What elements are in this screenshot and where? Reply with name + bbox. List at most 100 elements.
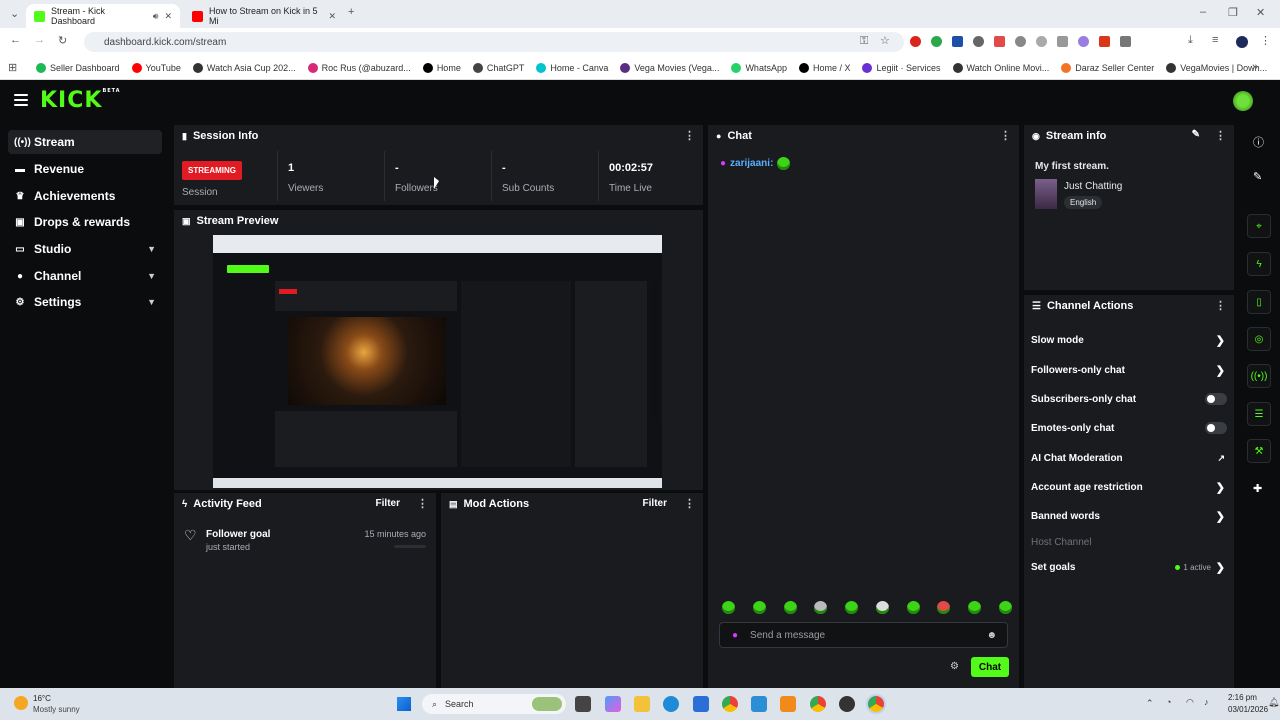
bookmark-item[interactable]: Home - Canva: [536, 62, 608, 73]
extension-icon[interactable]: [1078, 36, 1089, 47]
sidebar-item-stream[interactable]: ((•)) Stream: [8, 130, 162, 154]
more-options-icon[interactable]: ⋮: [1215, 299, 1226, 312]
clock-date[interactable]: 03/01/2026: [1228, 705, 1268, 714]
reading-list-icon[interactable]: ≡: [1212, 34, 1218, 46]
tab-kick-dashboard[interactable]: Stream - Kick Dashboard 🔊︎ ✕: [26, 4, 180, 28]
extension-icon[interactable]: [931, 36, 942, 47]
emote-icon[interactable]: [937, 601, 951, 614]
shortcut-clip-icon[interactable]: ▯: [1247, 290, 1271, 314]
sidebar-item-channel[interactable]: ● Channel ▼: [8, 264, 162, 288]
vlc-icon[interactable]: [780, 696, 796, 712]
password-key-icon[interactable]: ⚿: [860, 35, 868, 48]
bookmark-item[interactable]: Vega Movies (Vega...: [620, 62, 719, 73]
sidebar-item-revenue[interactable]: ▬ Revenue: [8, 157, 162, 181]
reload-icon[interactable]: ↻: [58, 34, 67, 47]
chat-send-button[interactable]: Chat: [971, 657, 1009, 677]
tab-search-icon[interactable]: ⌄: [10, 7, 19, 20]
bookmark-star-icon[interactable]: ☆: [880, 34, 890, 47]
filter-button[interactable]: Filter: [643, 498, 667, 509]
emote-icon[interactable]: [783, 601, 797, 614]
tray-wifi-icon[interactable]: ◠: [1186, 697, 1194, 708]
bookmark-item[interactable]: Watch Asia Cup 202...: [192, 62, 296, 73]
tray-volume-icon[interactable]: ♪: [1204, 697, 1209, 707]
bookmark-item[interactable]: Watch Online Movi...: [952, 62, 1049, 73]
store-icon[interactable]: [693, 696, 709, 712]
taskbar-search[interactable]: ⌕ Search: [422, 694, 566, 714]
tray-network-icon[interactable]: ◔: [1166, 697, 1171, 707]
emotes-only-toggle[interactable]: [1205, 422, 1227, 434]
extension-icon[interactable]: [910, 36, 921, 47]
slow-mode-row[interactable]: Slow mode ❯: [1031, 330, 1231, 350]
category-name[interactable]: Just Chatting: [1064, 181, 1122, 192]
extension-icon[interactable]: [1057, 36, 1068, 47]
sidebar-item-achievements[interactable]: ♛ Achievements: [8, 184, 162, 208]
extension-icon[interactable]: [952, 36, 963, 47]
url-field[interactable]: dashboard.kick.com/stream: [84, 32, 904, 52]
forward-icon[interactable]: →: [34, 34, 45, 46]
more-options-icon[interactable]: ⋮: [1215, 129, 1226, 142]
sidebar-item-drops[interactable]: ▣ Drops & rewards: [8, 210, 162, 234]
sidebar-item-settings[interactable]: ⚙ Settings ▼: [8, 290, 162, 314]
obs-icon[interactable]: [839, 696, 855, 712]
maximize-icon[interactable]: ❐: [1228, 6, 1238, 19]
filter-button[interactable]: Filter: [376, 498, 400, 509]
bookmarks-overflow-icon[interactable]: »: [1252, 61, 1258, 73]
more-options-icon[interactable]: ⋮: [684, 129, 695, 142]
extension-icon[interactable]: [994, 36, 1005, 47]
extension-icon[interactable]: [1036, 36, 1047, 47]
bookmark-item[interactable]: Daraz Seller Center: [1061, 62, 1154, 73]
shortcut-lightning-icon[interactable]: ϟ: [1247, 252, 1271, 276]
ai-moderation-row[interactable]: AI Chat Moderation ↗: [1031, 448, 1231, 468]
emote-icon[interactable]: [906, 601, 920, 614]
chat-settings-icon[interactable]: ⚙: [950, 661, 959, 672]
emote-icon[interactable]: [845, 601, 859, 614]
tab-audio-icon[interactable]: 🔊︎: [153, 11, 159, 22]
bookmark-item[interactable]: ChatGPT: [472, 62, 524, 73]
clock-time[interactable]: 2:16 pm: [1228, 693, 1257, 702]
extension-icon[interactable]: [973, 36, 984, 47]
shortcut-list-icon[interactable]: ☰: [1247, 402, 1271, 426]
apps-grid-icon[interactable]: ⊞: [8, 61, 17, 74]
bookmark-item[interactable]: WhatsApp: [731, 62, 787, 73]
sidebar-item-studio[interactable]: ▭ Studio ▼: [8, 237, 162, 261]
tab-youtube[interactable]: How to Stream on Kick in 5 Mi ✕: [184, 4, 344, 28]
more-options-icon[interactable]: ⋮: [417, 497, 428, 510]
minimize-icon[interactable]: –: [1200, 6, 1206, 18]
back-icon[interactable]: ←: [10, 34, 21, 46]
extension-icon[interactable]: [1015, 36, 1026, 47]
tab-close-icon[interactable]: ✕: [328, 11, 336, 22]
bookmark-item[interactable]: Legiit · Services: [862, 62, 941, 73]
shortcut-chat-icon[interactable]: ◎: [1247, 327, 1271, 351]
chat-input[interactable]: ● Send a message ☻: [719, 622, 1008, 648]
chrome-active-icon[interactable]: [868, 696, 884, 712]
profile-icon[interactable]: [1236, 36, 1248, 48]
tab-close-icon[interactable]: ✕: [164, 11, 172, 22]
edit-icon[interactable]: ✎: [1192, 129, 1200, 140]
shortcut-raid-icon[interactable]: ⌖: [1247, 214, 1271, 238]
bookmark-item[interactable]: YouTube: [131, 62, 181, 73]
shortcut-tool-icon[interactable]: ⚒: [1247, 439, 1271, 463]
notification-bell-icon[interactable]: 🔔︎: [1268, 697, 1279, 708]
windows-start-icon[interactable]: [397, 697, 411, 711]
bookmark-item[interactable]: Home: [422, 62, 461, 73]
subscribers-only-toggle[interactable]: [1205, 393, 1227, 405]
bookmark-item[interactable]: Roc Rus (@abuzard...: [307, 62, 411, 73]
shortcut-broadcast-icon[interactable]: ((•)): [1247, 364, 1271, 388]
more-options-icon[interactable]: ⋮: [684, 497, 695, 510]
stream-preview-video[interactable]: [213, 235, 662, 488]
info-icon[interactable]: ⓘ: [1253, 134, 1264, 150]
new-tab-icon[interactable]: +: [348, 6, 354, 18]
user-avatar[interactable]: [1233, 91, 1253, 111]
browser-menu-icon[interactable]: ⋮: [1260, 34, 1271, 47]
chrome-icon[interactable]: [722, 696, 738, 712]
task-view-icon[interactable]: [575, 696, 591, 712]
file-explorer-icon[interactable]: [634, 696, 650, 712]
set-goals-row[interactable]: Set goals 1 active ❯: [1031, 557, 1231, 577]
emote-icon[interactable]: [722, 601, 735, 614]
emote-icon[interactable]: [875, 601, 889, 614]
emoji-icon[interactable]: ☻: [986, 630, 997, 641]
vscode-icon[interactable]: [751, 696, 767, 712]
bookmark-item[interactable]: Seller Dashboard: [36, 62, 120, 73]
extensions-puzzle-icon[interactable]: [1120, 36, 1131, 47]
emote-icon[interactable]: [968, 601, 982, 614]
